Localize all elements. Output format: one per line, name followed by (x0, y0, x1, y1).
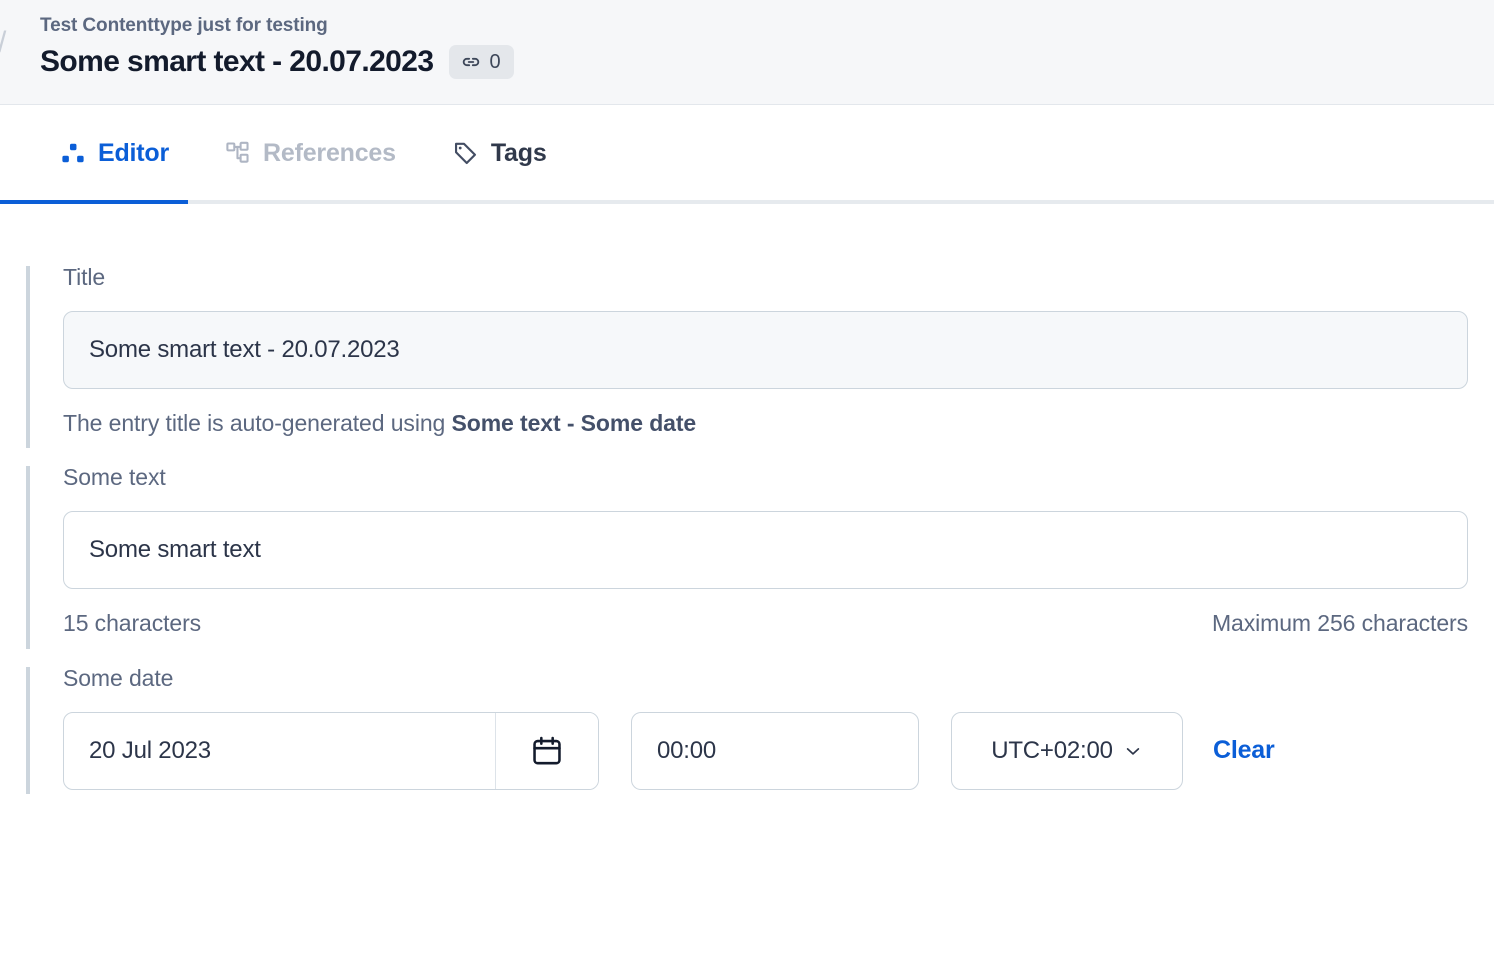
entry-editor-page: / Test Contenttype just for testing Some… (0, 0, 1494, 958)
title-helper-strong: Some text - Some date (452, 410, 697, 436)
tab-tags[interactable]: Tags (424, 105, 575, 201)
tag-icon (452, 140, 479, 167)
some-text-input[interactable] (63, 511, 1468, 589)
calendar-icon[interactable] (495, 713, 598, 789)
field-group-title: Title The entry title is auto-generated … (26, 266, 1468, 448)
incoming-links-badge[interactable]: 0 (449, 45, 513, 79)
date-row: 20 Jul 2023 00:00 UTC+02:00 (63, 712, 1468, 790)
page-title: Some smart text - 20.07.2023 (40, 45, 433, 78)
chevron-down-icon (1123, 741, 1143, 761)
time-input[interactable]: 00:00 (631, 712, 919, 790)
tab-references-label: References (263, 141, 396, 166)
tab-tags-label: Tags (491, 141, 547, 166)
date-value[interactable]: 20 Jul 2023 (64, 713, 495, 789)
references-nodes-icon (225, 140, 251, 166)
page-header: / Test Contenttype just for testing Some… (0, 0, 1494, 105)
tab-bar: Editor References (0, 105, 1494, 204)
some-date-field-label: Some date (63, 667, 1468, 690)
tab-underline-track (0, 200, 1494, 204)
timezone-value: UTC+02:00 (991, 737, 1113, 765)
incoming-links-count: 0 (489, 52, 500, 72)
title-helper-row: The entry title is auto-generated using … (63, 410, 1468, 444)
clear-date-button[interactable]: Clear (1213, 736, 1275, 765)
link-icon (460, 51, 482, 73)
some-text-field-label: Some text (63, 466, 1468, 489)
title-helper-prefix: The entry title is auto-generated using (63, 410, 452, 436)
editor-form: Title The entry title is auto-generated … (0, 204, 1494, 794)
tab-editor[interactable]: Editor (32, 105, 197, 201)
hierarchy-icon (60, 140, 86, 166)
tab-editor-label: Editor (98, 141, 169, 166)
time-value: 00:00 (657, 737, 716, 765)
character-max: Maximum 256 characters (1212, 610, 1468, 636)
title-input[interactable] (63, 311, 1468, 389)
character-count: 15 characters (63, 610, 201, 636)
date-picker[interactable]: 20 Jul 2023 (63, 712, 599, 790)
field-group-some-text: Some text 15 characters Maximum 256 char… (26, 466, 1468, 648)
field-group-some-date: Some date 20 Jul 2023 00:00 (26, 667, 1468, 794)
title-row: Some smart text - 20.07.2023 0 (40, 45, 1494, 79)
title-field-label: Title (63, 266, 1468, 289)
some-text-helper-row: 15 characters Maximum 256 characters (63, 610, 1468, 644)
tab-active-indicator (0, 200, 188, 204)
tab-references[interactable]: References (197, 105, 424, 201)
timezone-select[interactable]: UTC+02:00 (951, 712, 1183, 790)
breadcrumb-separator: / (0, 28, 6, 58)
breadcrumb-parent-label[interactable]: Test Contenttype just for testing (40, 14, 1494, 38)
title-helper-text: The entry title is auto-generated using … (63, 410, 696, 436)
